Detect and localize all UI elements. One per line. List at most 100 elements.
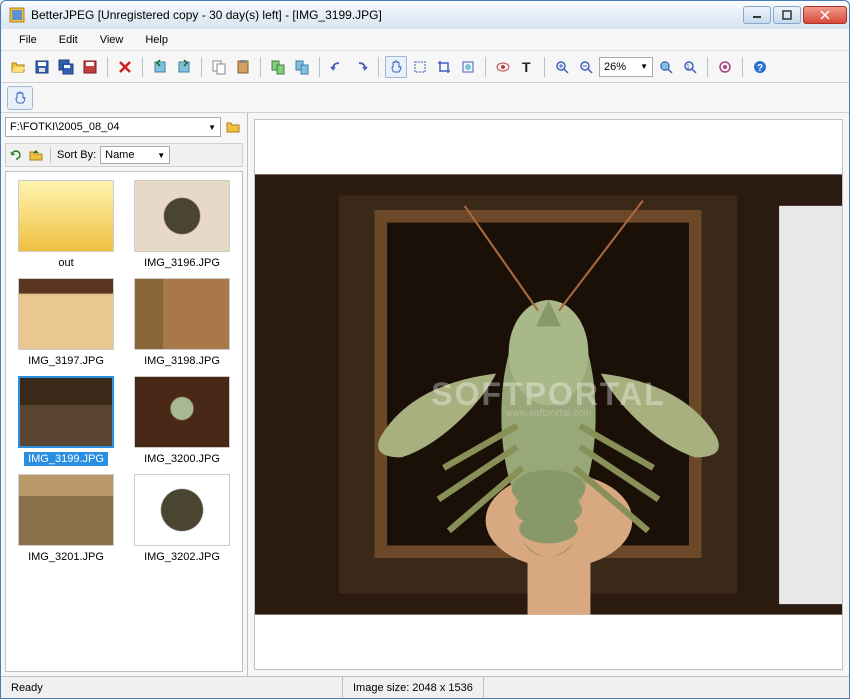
thumbnail-label: IMG_3201.JPG: [24, 550, 108, 564]
toolbar-main: T 26% ▼ 1 ?: [1, 51, 849, 83]
separator: [544, 57, 545, 77]
thumbnail-item[interactable]: IMG_3202.JPG: [126, 474, 238, 564]
batch-copy-icon[interactable]: [267, 56, 289, 78]
redeye-icon[interactable]: [492, 56, 514, 78]
text-icon[interactable]: T: [516, 56, 538, 78]
thumbnail-image[interactable]: [18, 474, 114, 546]
main-image: [255, 120, 842, 669]
thumbnail-item[interactable]: IMG_3196.JPG: [126, 180, 238, 270]
thumbnail-label: IMG_3197.JPG: [24, 354, 108, 368]
maximize-button[interactable]: [773, 6, 801, 24]
thumbnail-image[interactable]: [134, 376, 230, 448]
image-canvas[interactable]: SOFTPORTAL www.softportal.com: [254, 119, 843, 670]
open-folder-icon[interactable]: [225, 119, 243, 135]
thumbnail-grid[interactable]: out IMG_3196.JPG IMG_3197.JPG IMG_3198.JPG I…: [5, 171, 243, 672]
zoom-100-icon[interactable]: 1: [679, 56, 701, 78]
thumbnail-label: out: [54, 256, 77, 270]
separator: [50, 147, 51, 163]
app-window: BetterJPEG [Unregistered copy - 30 day(s…: [0, 0, 850, 699]
menu-file[interactable]: File: [9, 32, 47, 48]
thumbnail-label: IMG_3200.JPG: [140, 452, 224, 466]
minimize-button[interactable]: [743, 6, 771, 24]
thumbnail-image[interactable]: [134, 278, 230, 350]
window-title: BetterJPEG [Unregistered copy - 30 day(s…: [31, 8, 743, 22]
zoom-out-icon[interactable]: [575, 56, 597, 78]
watermark-sub: www.softportal.com: [505, 408, 592, 419]
copy-icon[interactable]: [208, 56, 230, 78]
toolbar-secondary: [1, 83, 849, 113]
sort-combo[interactable]: Name ▼: [100, 146, 170, 164]
thumbnail-item[interactable]: out: [10, 180, 122, 270]
settings-icon[interactable]: [714, 56, 736, 78]
up-folder-icon[interactable]: [28, 147, 44, 163]
menu-help[interactable]: Help: [135, 32, 178, 48]
batch-paste-icon[interactable]: [291, 56, 313, 78]
thumbnail-image[interactable]: [18, 180, 114, 252]
refresh-icon[interactable]: [8, 147, 24, 163]
thumbnail-item[interactable]: IMG_3199.JPG: [10, 376, 122, 466]
menu-edit[interactable]: Edit: [49, 32, 88, 48]
path-combo[interactable]: F:\FOTKI\2005_08_04 ▼: [5, 117, 221, 137]
thumbnail-label: IMG_3202.JPG: [140, 550, 224, 564]
app-icon: [9, 7, 25, 23]
sidebar: F:\FOTKI\2005_08_04 ▼ Sort By: Name ▼ ou…: [1, 113, 248, 676]
thumbnail-item[interactable]: IMG_3198.JPG: [126, 278, 238, 368]
svg-text:?: ?: [757, 63, 763, 74]
separator: [742, 57, 743, 77]
separator: [485, 57, 486, 77]
rotate-right-icon[interactable]: [173, 56, 195, 78]
path-value: F:\FOTKI\2005_08_04: [10, 121, 119, 133]
separator: [707, 57, 708, 77]
content-area: F:\FOTKI\2005_08_04 ▼ Sort By: Name ▼ ou…: [1, 113, 849, 676]
thumbnail-item[interactable]: IMG_3197.JPG: [10, 278, 122, 368]
menubar: File Edit View Help: [1, 29, 849, 51]
svg-text:1: 1: [686, 64, 690, 71]
statusbar: Ready Image size: 2048 x 1536: [1, 676, 849, 698]
crop-icon[interactable]: [433, 56, 455, 78]
save-all-icon[interactable]: [55, 56, 77, 78]
open-icon[interactable]: [7, 56, 29, 78]
hand-tool-button[interactable]: [7, 86, 33, 110]
save-icon[interactable]: [31, 56, 53, 78]
menu-view[interactable]: View: [90, 32, 134, 48]
undo-icon[interactable]: [326, 56, 348, 78]
rotate-left-icon[interactable]: [149, 56, 171, 78]
zoom-combo[interactable]: 26% ▼: [599, 57, 653, 77]
thumbnail-image[interactable]: [18, 376, 114, 448]
close-button[interactable]: [803, 6, 847, 24]
sort-value: Name: [105, 149, 134, 161]
select-icon[interactable]: [409, 56, 431, 78]
thumbnail-image[interactable]: [18, 278, 114, 350]
status-ready: Ready: [1, 677, 343, 698]
sort-row: Sort By: Name ▼: [5, 143, 243, 167]
separator: [107, 57, 108, 77]
paste-icon[interactable]: [232, 56, 254, 78]
zoom-in-icon[interactable]: [551, 56, 573, 78]
status-image-size: Image size: 2048 x 1536: [343, 677, 484, 698]
zoom-fit-icon[interactable]: [655, 56, 677, 78]
svg-text:T: T: [522, 59, 531, 75]
separator: [319, 57, 320, 77]
delete-icon[interactable]: [114, 56, 136, 78]
separator: [378, 57, 379, 77]
thumbnail-item[interactable]: IMG_3200.JPG: [126, 376, 238, 466]
thumbnail-image[interactable]: [134, 180, 230, 252]
chevron-down-icon: ▼: [640, 62, 648, 71]
window-controls: [743, 6, 847, 24]
adjust-icon[interactable]: [457, 56, 479, 78]
redo-icon[interactable]: [350, 56, 372, 78]
thumbnail-label: IMG_3196.JPG: [140, 256, 224, 270]
sort-label: Sort By:: [57, 149, 96, 161]
thumbnail-item[interactable]: IMG_3201.JPG: [10, 474, 122, 564]
thumbnail-image[interactable]: [134, 474, 230, 546]
thumbnail-label: IMG_3199.JPG: [24, 452, 108, 466]
help-icon[interactable]: ?: [749, 56, 771, 78]
save-as-icon[interactable]: [79, 56, 101, 78]
chevron-down-icon: ▼: [208, 123, 216, 132]
thumbnail-label: IMG_3198.JPG: [140, 354, 224, 368]
separator: [142, 57, 143, 77]
separator: [260, 57, 261, 77]
zoom-value: 26%: [604, 61, 626, 73]
hand-icon[interactable]: [385, 56, 407, 78]
chevron-down-icon: ▼: [157, 151, 165, 160]
